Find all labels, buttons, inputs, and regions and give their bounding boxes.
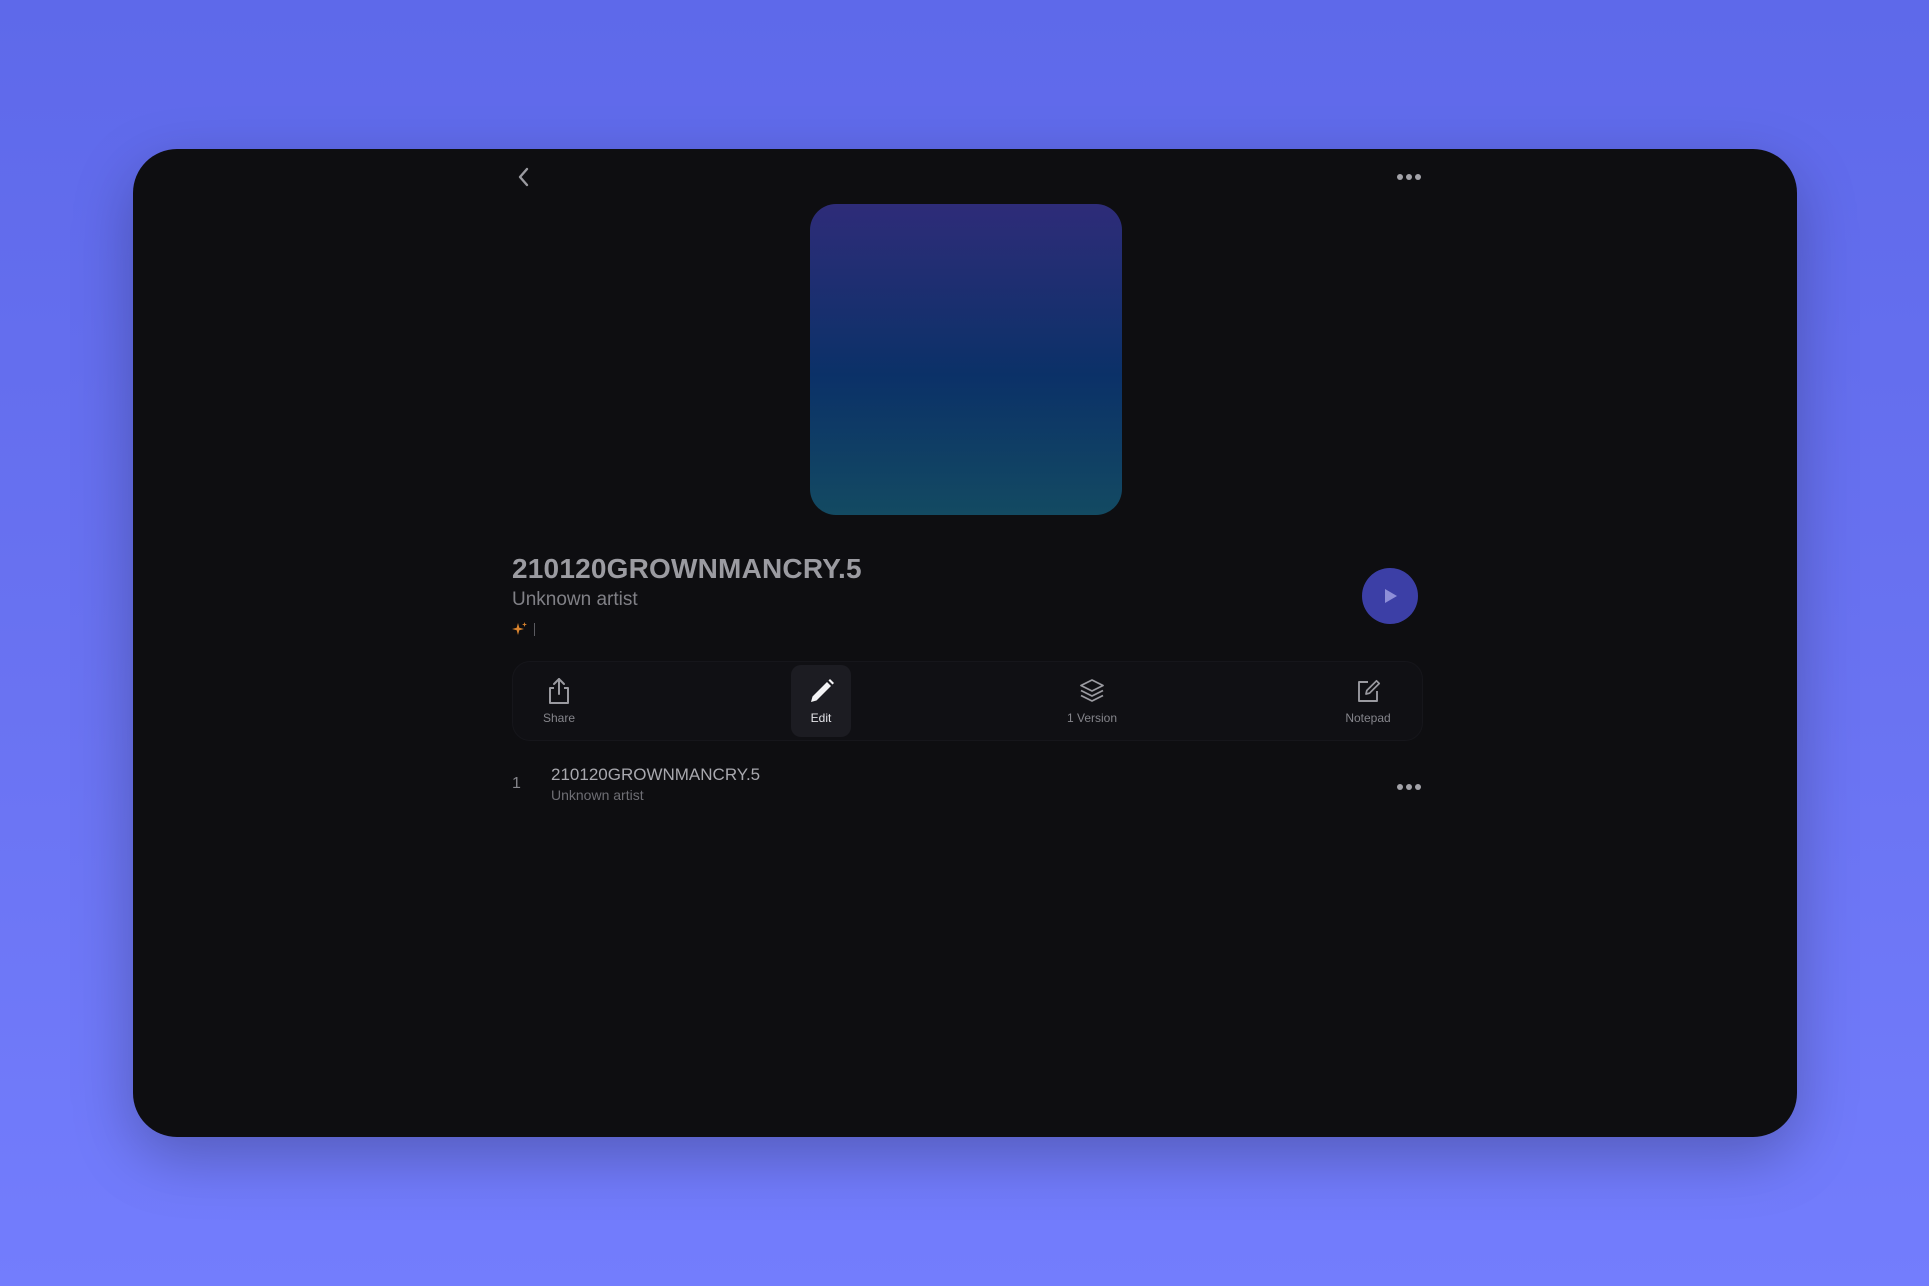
back-button[interactable] xyxy=(506,159,542,195)
versions-label: 1 Version xyxy=(1066,711,1118,725)
sparkle-icon xyxy=(512,622,527,635)
layers-icon xyxy=(1080,679,1104,702)
share-button[interactable]: Share xyxy=(529,665,589,737)
chevron-left-icon xyxy=(518,167,529,187)
app-window: 210120GROWNMANCRY.5 Unknown artist Share xyxy=(133,149,1797,1137)
play-button[interactable] xyxy=(1362,568,1418,624)
notepad-button[interactable]: Notepad xyxy=(1338,665,1398,737)
track-artist: Unknown artist xyxy=(551,787,644,803)
notepad-label: Notepad xyxy=(1345,711,1391,725)
track-row[interactable]: 1 210120GROWNMANCRY.5 Unknown artist xyxy=(512,765,1423,809)
versions-button[interactable]: 1 Version xyxy=(1062,665,1122,737)
ellipsis-horizontal-icon xyxy=(1397,784,1421,790)
album-title: 210120GROWNMANCRY.5 xyxy=(512,553,862,584)
play-icon xyxy=(1385,589,1397,603)
track-more-button[interactable] xyxy=(1387,769,1431,805)
album-detail-view: 210120GROWNMANCRY.5 Unknown artist Share xyxy=(512,149,1423,1137)
pencil-icon xyxy=(811,679,834,702)
note-edit-icon xyxy=(1358,679,1381,702)
album-artist: Unknown artist xyxy=(512,589,638,610)
meta-divider xyxy=(534,622,535,636)
album-artwork xyxy=(810,204,1122,515)
share-label: Share xyxy=(542,711,576,725)
edit-button[interactable]: Edit xyxy=(791,665,851,737)
ellipsis-horizontal-icon xyxy=(1397,174,1421,180)
album-meta-row xyxy=(512,619,535,639)
more-options-button[interactable] xyxy=(1387,159,1431,195)
track-number: 1 xyxy=(512,775,521,792)
share-icon xyxy=(549,678,569,704)
action-bar: Share Edit 1 Version Notepad xyxy=(512,661,1423,741)
track-title: 210120GROWNMANCRY.5 xyxy=(551,765,761,784)
edit-label: Edit xyxy=(810,711,832,725)
